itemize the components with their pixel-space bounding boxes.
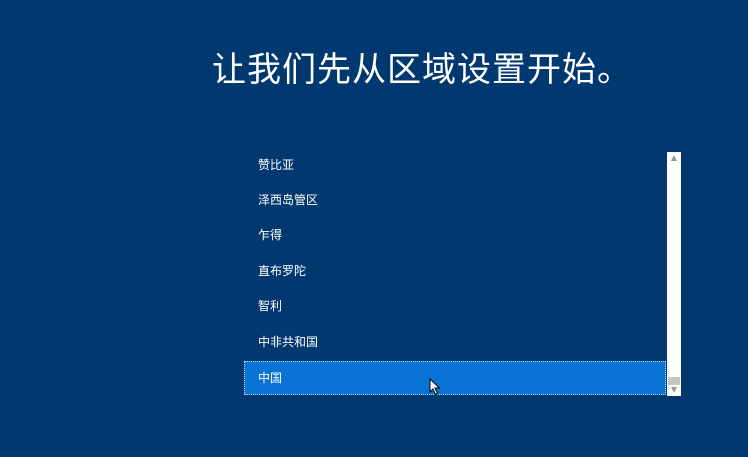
list-item[interactable]: 中非共和国 xyxy=(244,325,666,359)
list-item[interactable]: 泽西岛管区 xyxy=(244,183,666,217)
chevron-up-icon[interactable]: ▲ xyxy=(667,152,681,164)
oobe-region-screen: 让我们先从区域设置开始。 赞比亚 泽西岛管区 乍得 直布罗陀 智利 中非共和国 … xyxy=(0,0,748,457)
list-item[interactable]: 直布罗陀 xyxy=(244,254,666,288)
mouse-pointer-icon xyxy=(429,378,441,396)
region-list-scrollbar[interactable]: ▲ ▼ xyxy=(667,152,681,396)
page-title: 让我们先从区域设置开始。 xyxy=(212,50,632,90)
list-item[interactable]: 赞比亚 xyxy=(244,148,666,182)
list-item[interactable]: 乍得 xyxy=(244,218,666,252)
region-list[interactable]: 赞比亚 泽西岛管区 乍得 直布罗陀 智利 中非共和国 中国 xyxy=(244,148,666,396)
chevron-down-icon[interactable]: ▼ xyxy=(667,384,681,396)
list-item-selected[interactable]: 中国 xyxy=(244,361,666,395)
list-item[interactable]: 智利 xyxy=(244,289,666,323)
